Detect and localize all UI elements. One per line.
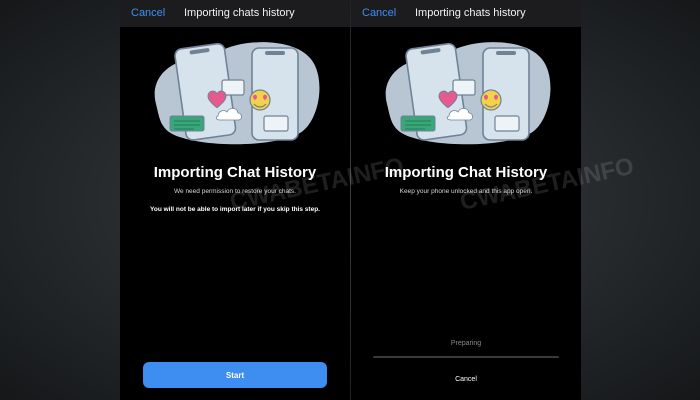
- permission-text: We need permission to restore your chats…: [174, 188, 296, 195]
- skip-warning-text: You will not be able to import later if …: [150, 206, 320, 213]
- page-title: Importing Chat History: [384, 164, 548, 181]
- page-title: Importing Chat History: [153, 164, 317, 181]
- bottom-cancel-button[interactable]: Cancel: [351, 376, 581, 383]
- watermark: CWABETAINFO CWABETAINFO: [228, 153, 637, 216]
- start-button[interactable]: Start: [143, 362, 327, 388]
- cancel-button[interactable]: Cancel: [362, 7, 396, 19]
- navigation-bar: Cancel Importing chats history: [120, 0, 350, 27]
- progress-bar: [373, 356, 559, 358]
- nav-title: Importing chats history: [184, 7, 295, 19]
- phone-illustration: [384, 41, 552, 146]
- navigation-bar: Cancel Importing chats history: [351, 0, 581, 27]
- status-text: Preparing: [450, 340, 482, 347]
- import-screen-progress: Cancel Importing chats history Importing…: [351, 0, 581, 400]
- cancel-button[interactable]: Cancel: [131, 7, 165, 19]
- phone-illustration: [153, 41, 321, 146]
- nav-title: Importing chats history: [415, 7, 526, 19]
- import-screen-start: Cancel Importing chats history Importing…: [120, 0, 350, 400]
- keep-unlocked-text: Keep your phone unlocked and this app op…: [399, 188, 533, 195]
